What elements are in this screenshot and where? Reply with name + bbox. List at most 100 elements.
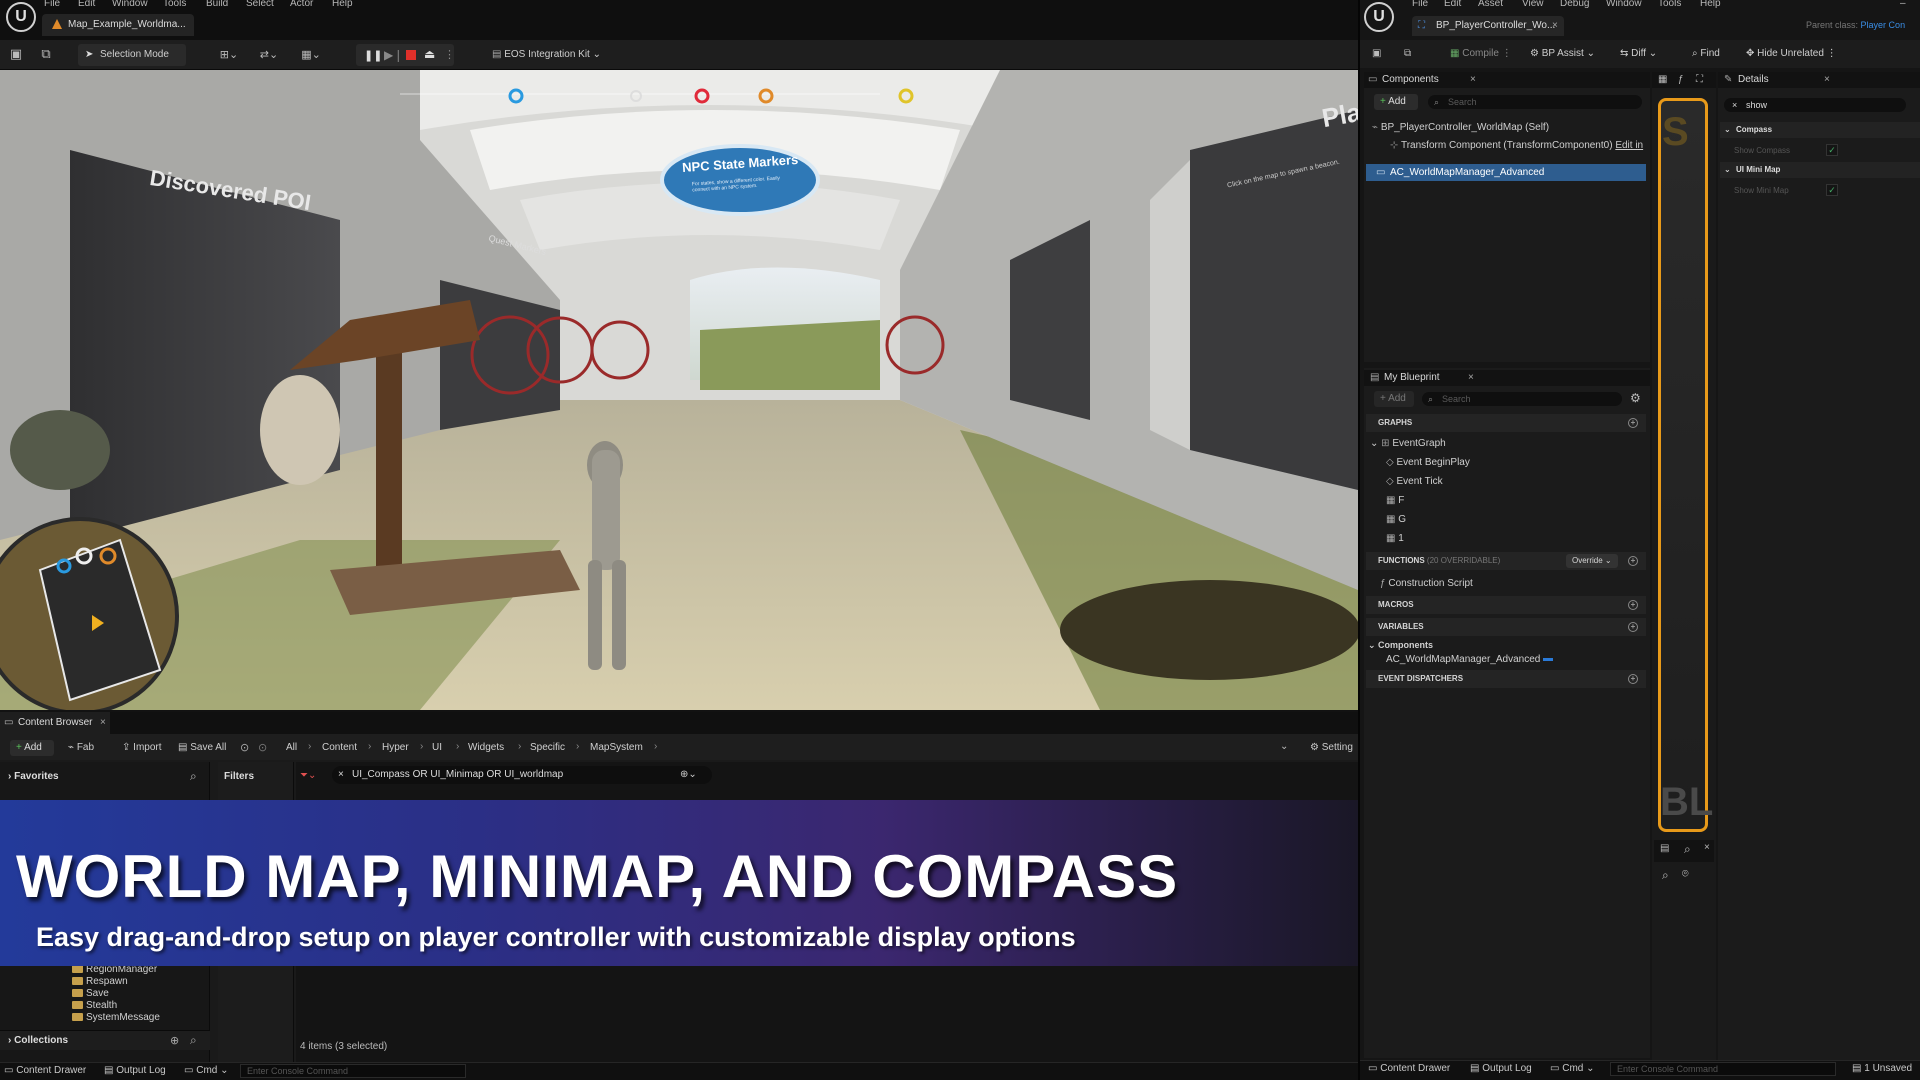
console-input[interactable]: Enter Console Command — [240, 1064, 466, 1078]
search-icon[interactable]: ⌕ — [1662, 868, 1669, 883]
level-document-tab[interactable]: Map_Example_Worldma... — [42, 14, 194, 36]
minimize-icon[interactable]: – — [1900, 0, 1906, 9]
my-blueprint-add-button[interactable]: + Add — [1374, 391, 1414, 407]
history-back-icon[interactable]: ⊙ — [240, 741, 249, 754]
bp-menu-tools[interactable]: Tools — [1658, 0, 1681, 9]
filter-funnel-icon[interactable]: ⏷⌄ — [300, 770, 316, 781]
bp-content-drawer-button[interactable]: ▭ Content Drawer — [1368, 1063, 1450, 1074]
add-filter-icon[interactable]: ⊕⌄ — [680, 766, 697, 784]
close-icon[interactable]: × — [1704, 842, 1710, 853]
grid-icon[interactable]: ▦ — [1658, 74, 1667, 85]
breadcrumb-mapsystem[interactable]: MapSystem — [590, 742, 643, 753]
more-options-icon[interactable]: ⋮ — [444, 48, 455, 61]
graphs-section[interactable]: GRAPHS + — [1366, 414, 1646, 432]
close-icon[interactable]: × — [1470, 72, 1476, 88]
folder-systemmessage[interactable]: SystemMessage — [72, 1012, 160, 1023]
show-minimap-checkbox[interactable]: ✓ — [1826, 184, 1838, 196]
bp-menu-help[interactable]: Help — [1700, 0, 1721, 9]
component-transform[interactable]: ⊹ Transform Component (TransformComponen… — [1390, 140, 1643, 151]
show-compass-checkbox[interactable]: ✓ — [1826, 144, 1838, 156]
graph-node-frame[interactable] — [1658, 98, 1708, 832]
event-key-1-item[interactable]: ▦ 1 — [1386, 533, 1404, 544]
viewport-icon[interactable]: ⛶ — [1696, 74, 1703, 85]
my-blueprint-search[interactable]: ⌕ Search — [1422, 392, 1622, 406]
pause-icon[interactable]: ❚❚ — [364, 49, 382, 62]
eject-icon[interactable]: ⏏ — [424, 47, 435, 61]
content-browser-tab[interactable]: ▭ Content Browser × — [0, 712, 110, 734]
content-drawer-button[interactable]: ▭ Content Drawer — [4, 1065, 86, 1076]
level-viewport[interactable]: Discovered POI NPC State Markers For sta… — [0, 70, 1358, 710]
event-key-g-item[interactable]: ▦ G — [1386, 514, 1406, 525]
cb-add-button[interactable]: + Add — [10, 740, 54, 756]
output-log-button[interactable]: ▤ Output Log — [104, 1065, 166, 1076]
add-actor-icon[interactable]: ⊞⌄ — [216, 46, 242, 62]
bp-menu-asset[interactable]: Asset — [1478, 0, 1503, 9]
search-icon[interactable]: ⌕ — [190, 1033, 197, 1048]
breadcrumb-widgets[interactable]: Widgets — [468, 742, 504, 753]
bp-output-log-button[interactable]: ▤ Output Log — [1470, 1063, 1532, 1074]
event-beginplay-item[interactable]: ◇ Event BeginPlay — [1386, 457, 1470, 468]
details-minimap-section[interactable]: ⌄ UI Mini Map — [1720, 162, 1920, 178]
unsaved-indicator[interactable]: ▤ 1 Unsaved — [1852, 1063, 1912, 1074]
function-icon[interactable]: ƒ — [1678, 74, 1684, 85]
stop-icon[interactable] — [406, 50, 416, 60]
browse-icon[interactable]: ⧉ — [38, 46, 54, 62]
breadcrumb-hyper[interactable]: Hyper — [382, 742, 409, 753]
gear-icon[interactable]: ⚙ — [1630, 391, 1641, 405]
blueprint-menu-icon[interactable]: ⇄⌄ — [256, 46, 282, 62]
components-search[interactable]: ⌕ Search — [1428, 95, 1642, 109]
search-icon[interactable]: ⌕ — [190, 769, 197, 784]
add-function-icon[interactable]: + — [1628, 556, 1638, 566]
binoculars-icon[interactable]: ⌾ — [1682, 868, 1689, 881]
add-collection-icon[interactable]: ⊕ — [170, 1034, 179, 1047]
cinematics-icon[interactable]: ▦⌄ — [298, 46, 324, 62]
edit-in-link[interactable]: Edit in — [1615, 140, 1643, 151]
collections-header[interactable]: › Collections ⊕ ⌕ — [0, 1030, 210, 1050]
history-forward-icon[interactable]: ⊙ — [258, 741, 267, 754]
browse-icon[interactable]: ⧉ — [1404, 48, 1411, 59]
menu-window[interactable]: Window — [112, 0, 148, 9]
selection-mode-dropdown[interactable]: ➤ Selection Mode ⌄ — [78, 44, 186, 82]
component-worldmapmanager[interactable]: ▭ AC_WorldMapManager_Advanced — [1366, 164, 1646, 181]
add-dispatcher-icon[interactable]: + — [1628, 674, 1638, 684]
add-macro-icon[interactable]: + — [1628, 600, 1638, 610]
add-variable-icon[interactable]: + — [1628, 622, 1638, 632]
menu-help[interactable]: Help — [332, 0, 353, 9]
components-add-button[interactable]: + Add — [1374, 94, 1418, 110]
save-icon[interactable]: ▣ — [8, 46, 24, 62]
search-icon[interactable]: ⌕ — [1684, 842, 1691, 857]
eos-integration-kit-dropdown[interactable]: ▤ EOS Integration Kit ⌄ — [492, 44, 612, 66]
compile-button[interactable]: ▦ Compile ⋮ — [1450, 48, 1512, 59]
bp-menu-edit[interactable]: Edit — [1444, 0, 1461, 9]
bp-menu-debug[interactable]: Debug — [1560, 0, 1589, 9]
cmd-dropdown[interactable]: ▭ Cmd ⌄ — [184, 1065, 229, 1076]
component-self[interactable]: ⌁ BP_PlayerController_WorldMap (Self) — [1372, 122, 1549, 133]
details-compass-section[interactable]: ⌄ Compass — [1720, 122, 1920, 138]
bp-assist-dropdown[interactable]: ⚙ BP Assist ⌄ — [1530, 48, 1595, 59]
folder-save[interactable]: Save — [72, 988, 109, 999]
override-dropdown[interactable]: Override ⌄ — [1566, 554, 1618, 568]
construction-script-item[interactable]: ƒ Construction Script — [1380, 578, 1473, 589]
cb-search-input[interactable]: × UI_Compass OR UI_Minimap OR UI_worldma… — [332, 766, 712, 784]
bp-menu-file[interactable]: File — [1412, 0, 1428, 9]
save-icon[interactable]: ▣ — [1372, 48, 1381, 59]
cb-save-all-button[interactable]: ▤ Save All — [178, 742, 226, 753]
bp-menu-view[interactable]: View — [1522, 0, 1544, 9]
cb-settings-button[interactable]: ⚙ Setting — [1310, 742, 1353, 753]
parent-class-link[interactable]: Player Con — [1861, 20, 1906, 30]
diff-dropdown[interactable]: ⇆ Diff ⌄ — [1620, 48, 1657, 59]
close-icon[interactable]: × — [100, 712, 106, 734]
hide-unrelated-button[interactable]: ✥ Hide Unrelated ⋮ — [1746, 48, 1837, 59]
favorites-header[interactable]: › Favorites — [8, 771, 59, 782]
add-graph-icon[interactable]: + — [1628, 418, 1638, 428]
clear-search-icon[interactable]: × — [1732, 98, 1737, 112]
folder-stealth[interactable]: Stealth — [72, 1000, 117, 1011]
event-tick-item[interactable]: ◇ Event Tick — [1386, 476, 1443, 487]
menu-edit[interactable]: Edit — [78, 0, 95, 9]
skip-frame-icon[interactable]: ▶❘ — [384, 48, 403, 62]
cb-fab-button[interactable]: ⌁ Fab — [68, 742, 94, 753]
event-graph-item[interactable]: ⌄ ⊞ EventGraph — [1370, 438, 1446, 449]
menu-file[interactable]: File — [44, 0, 60, 9]
chevron-down-icon[interactable]: ⌄ — [1280, 741, 1288, 752]
event-key-f-item[interactable]: ▦ F — [1386, 495, 1404, 506]
